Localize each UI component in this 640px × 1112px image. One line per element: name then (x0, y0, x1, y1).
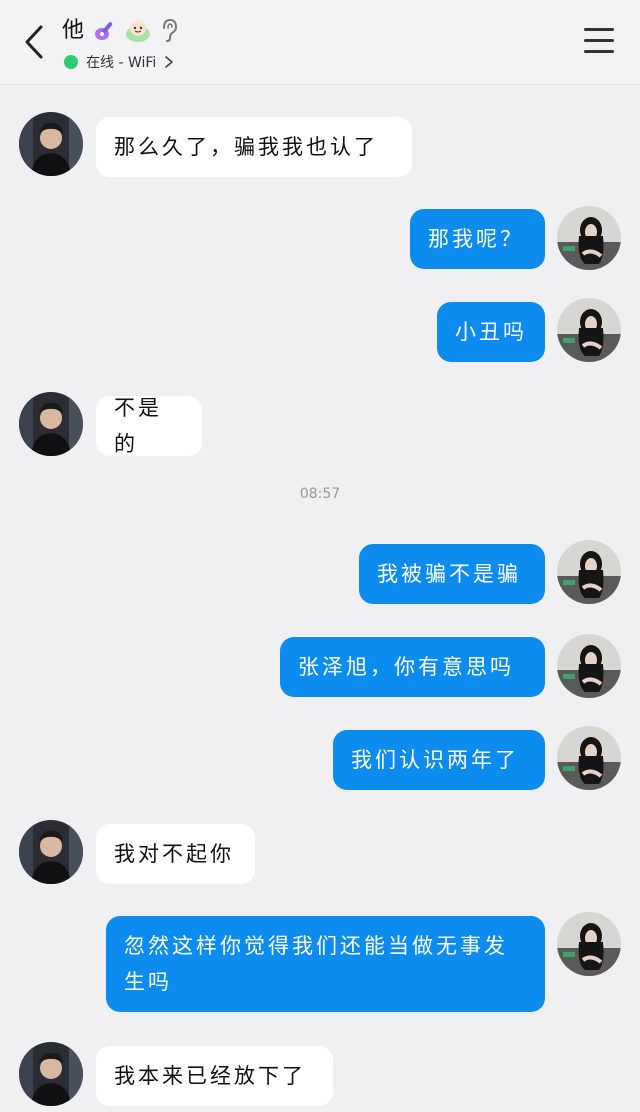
message-bubble-incoming[interactable]: 那么久了，骗我我也认了 (96, 117, 412, 177)
my-avatar[interactable] (557, 540, 621, 604)
menu-line (584, 39, 614, 42)
online-dot-icon (64, 55, 78, 69)
my-avatar[interactable] (557, 206, 621, 270)
contact-avatar[interactable] (19, 392, 83, 456)
message-text: 小丑吗 (455, 320, 527, 344)
chevron-right-icon (165, 56, 174, 68)
message-bubble-outgoing[interactable]: 我被骗不是骗 (359, 544, 545, 604)
my-avatar[interactable] (557, 634, 621, 698)
contact-badges (92, 16, 184, 44)
message-bubble-incoming[interactable]: 不是的 (96, 396, 202, 456)
online-status[interactable]: 在线 - WiFi (64, 52, 174, 72)
status-text: 在线 - WiFi (86, 55, 157, 71)
message-bubble-incoming[interactable]: 我对不起你 (96, 824, 255, 884)
my-avatar[interactable] (557, 912, 621, 976)
message-text: 我们认识两年了 (351, 748, 519, 772)
back-button[interactable] (14, 20, 54, 64)
message-text: 那我呢？ (428, 227, 524, 251)
contact-avatar[interactable] (19, 112, 83, 176)
message-text: 张泽旭，你有意思吗 (298, 655, 514, 679)
message-text: 我对不起你 (114, 842, 234, 866)
contact-avatar[interactable] (19, 820, 83, 884)
ear-icon[interactable] (156, 16, 184, 44)
message-text: 我本来已经放下了 (114, 1064, 306, 1088)
message-bubble-outgoing[interactable]: 忽然这样你觉得我们还能当做无事发生吗 (106, 916, 545, 1012)
message-text: 我被骗不是骗 (377, 562, 521, 586)
message-text: 不是的 (114, 396, 162, 456)
smiley-icon[interactable] (124, 16, 152, 44)
contact-avatar[interactable] (19, 1042, 83, 1106)
message-bubble-outgoing[interactable]: 我们认识两年了 (333, 730, 545, 790)
message-text: 那么久了，骗我我也认了 (114, 135, 378, 159)
my-avatar[interactable] (557, 298, 621, 362)
message-timestamp: 08:57 (299, 486, 341, 502)
my-avatar[interactable] (557, 726, 621, 790)
message-text: 忽然这样你觉得我们还能当做无事发生吗 (124, 934, 508, 994)
guitar-icon[interactable] (92, 16, 120, 44)
message-bubble-outgoing[interactable]: 张泽旭，你有意思吗 (280, 637, 545, 697)
menu-button[interactable] (584, 28, 614, 54)
menu-line (584, 50, 614, 53)
contact-name[interactable]: 他 (62, 17, 84, 45)
chat-header: 他 在线 - WiFi (0, 0, 640, 85)
menu-line (584, 28, 614, 31)
message-bubble-incoming[interactable]: 我本来已经放下了 (96, 1046, 333, 1106)
message-bubble-outgoing[interactable]: 小丑吗 (437, 302, 545, 362)
chevron-left-icon (25, 25, 43, 59)
message-bubble-outgoing[interactable]: 那我呢？ (410, 209, 545, 269)
